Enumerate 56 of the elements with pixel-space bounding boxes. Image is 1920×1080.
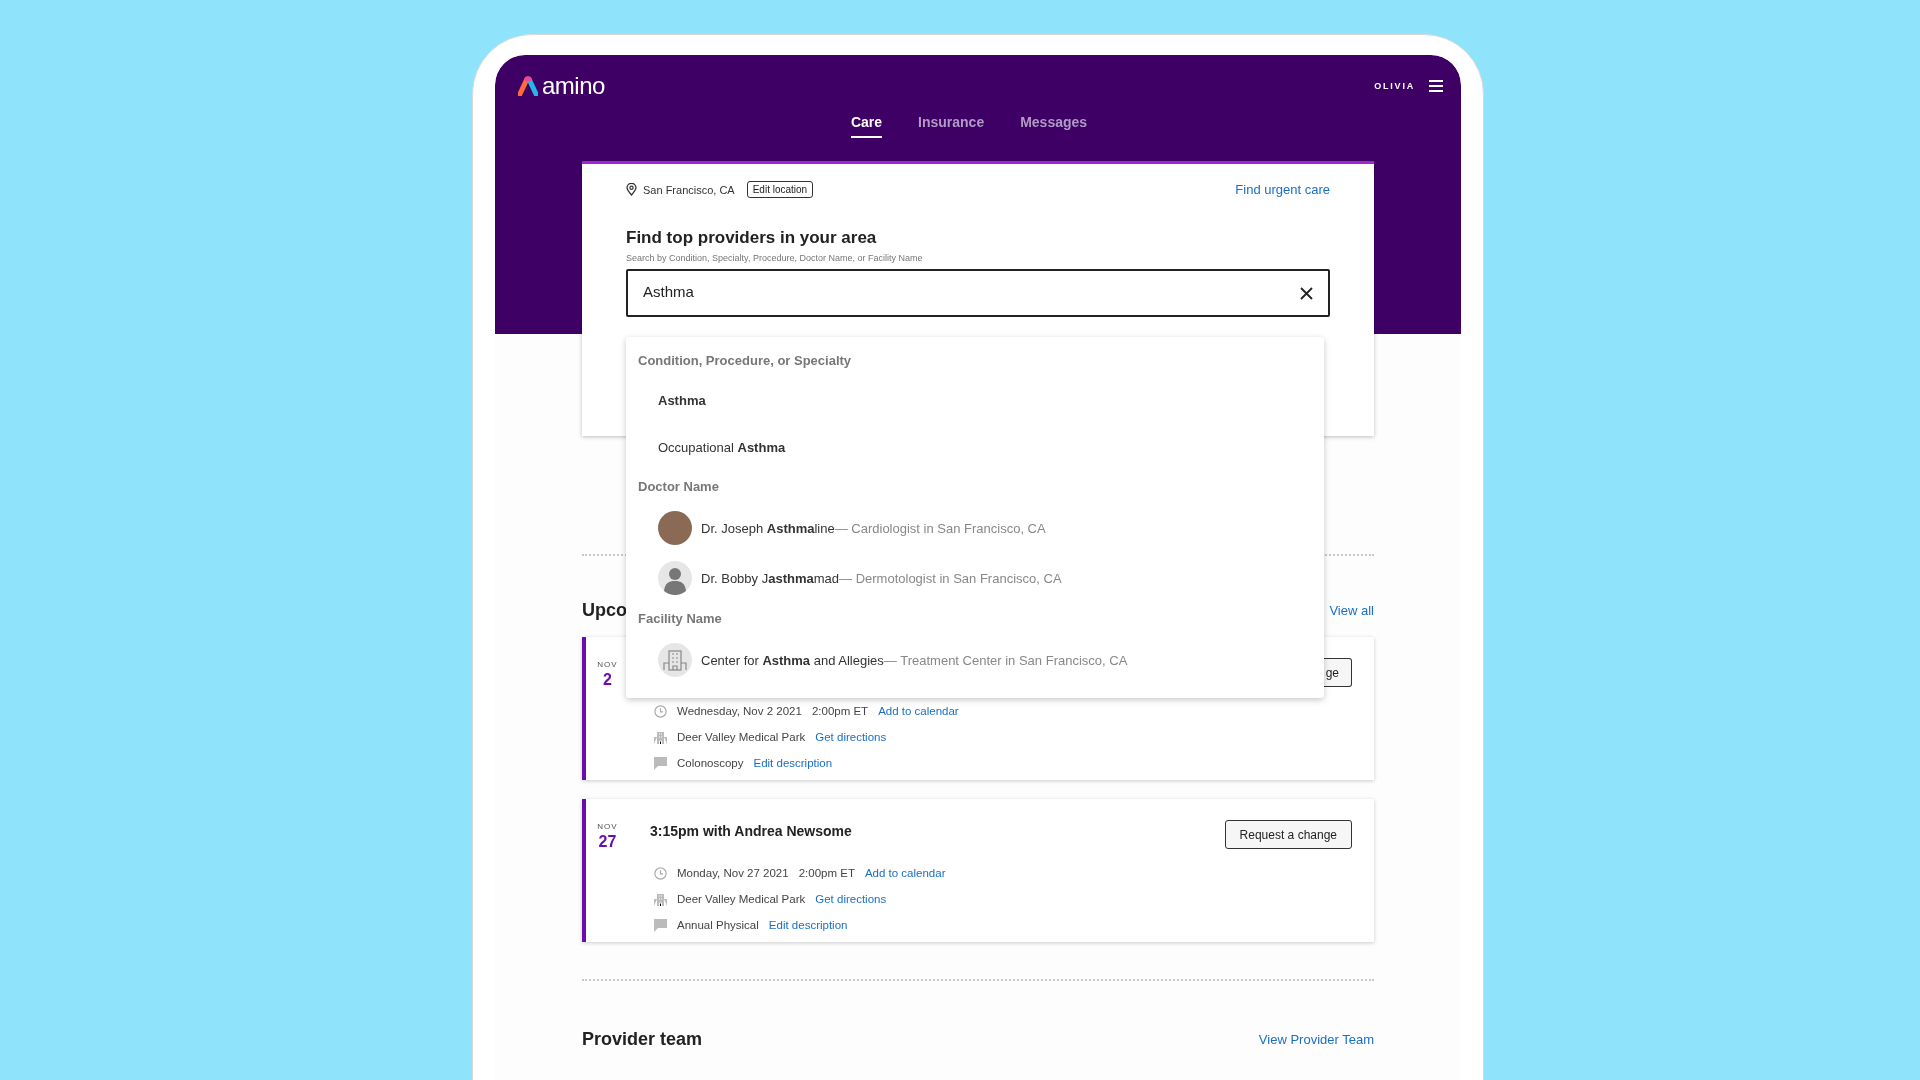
logo-wordmark[interactable]: amino [542, 72, 605, 100]
clear-icon[interactable] [1300, 286, 1313, 300]
suggestion-group-heading: Condition, Procedure, or Specialty [637, 352, 853, 370]
building-icon [654, 892, 667, 906]
date-month: NOV [596, 660, 619, 669]
date-month: NOV [596, 822, 619, 831]
date-day: 27 [586, 833, 629, 851]
suggestion-item[interactable]: Dr. Bobby Jasthmamad— Dermotologist in San Francisco, CA [701, 570, 1062, 586]
comment-icon [654, 918, 667, 932]
date-day: 2 [586, 671, 629, 689]
appointment-time: 2:00pm ET [798, 867, 855, 879]
suggestion-group-heading: Facility Name [637, 610, 723, 628]
user-name[interactable]: OLIVIA [1374, 81, 1415, 91]
search-hint: Search by Condition, Specialty, Procedure, Doctor Name, or Facility Name [626, 253, 924, 263]
appointment-link[interactable]: Get directions [815, 731, 887, 743]
appointment-link[interactable]: Add to calendar [878, 705, 959, 717]
location-text: San Francisco, CA [643, 183, 735, 196]
suggestion-item[interactable]: Occupational Asthma [658, 440, 786, 455]
section-heading: Upco [582, 600, 627, 621]
clock-icon [654, 704, 667, 718]
logo-icon [518, 76, 538, 96]
nav-tab[interactable]: Messages [1020, 114, 1088, 138]
nav-tab[interactable]: Care [850, 114, 883, 138]
appointment-link[interactable]: Edit description [768, 919, 848, 931]
suggestion-group-heading: Doctor Name [637, 478, 720, 496]
appointment-detail: Deer Valley Medical Park [677, 731, 806, 743]
appointment-link[interactable]: Edit description [753, 757, 833, 769]
appointment-time: 2:00pm ET [811, 705, 869, 717]
comment-icon [654, 756, 667, 770]
edit-location-button[interactable]: Edit location [746, 181, 814, 198]
section-heading: Provider team [582, 1029, 703, 1050]
appointment-detail: Annual Physical [677, 919, 759, 931]
nav-tab[interactable]: Insurance [918, 114, 985, 138]
suggestion-item[interactable]: Asthma [658, 393, 706, 408]
view-provider-team-link[interactable]: View Provider Team [1258, 1032, 1374, 1047]
appointment-detail: Monday, Nov 27 2021 [677, 867, 789, 879]
appointment-detail: Wednesday, Nov 2 2021 [677, 705, 802, 717]
suggestion-item[interactable]: Dr. Joseph Asthmaline— Cardiologist in San Francisco, CA [701, 520, 1046, 536]
avatar-photo [658, 511, 692, 545]
appointment-detail: Deer Valley Medical Park [677, 893, 806, 905]
location-pin-icon [626, 183, 637, 196]
find-urgent-care-link[interactable]: Find urgent care [1235, 182, 1330, 197]
clock-icon [654, 866, 667, 880]
appointment-title: 3:15pm with Andrea Newsome [650, 823, 852, 839]
suggestion-item[interactable]: Center for Asthma and Allegies— Treatment Center in San Francisco, CA [701, 652, 1128, 668]
building-icon [654, 730, 667, 744]
search-field[interactable]: Asthma [626, 269, 1330, 317]
appointment-link[interactable]: Add to calendar [864, 867, 946, 879]
appointment-detail: Colonoscopy [677, 757, 744, 769]
menu-icon[interactable] [1429, 80, 1443, 92]
building-icon [658, 643, 692, 677]
search-heading: Find top providers in your area [626, 228, 878, 248]
appointment-link[interactable]: Get directions [815, 893, 887, 905]
avatar-silhouette-icon [658, 561, 692, 595]
request-change-button[interactable]: Request a change [1224, 820, 1352, 849]
view-all-link[interactable]: View all [1329, 603, 1374, 618]
